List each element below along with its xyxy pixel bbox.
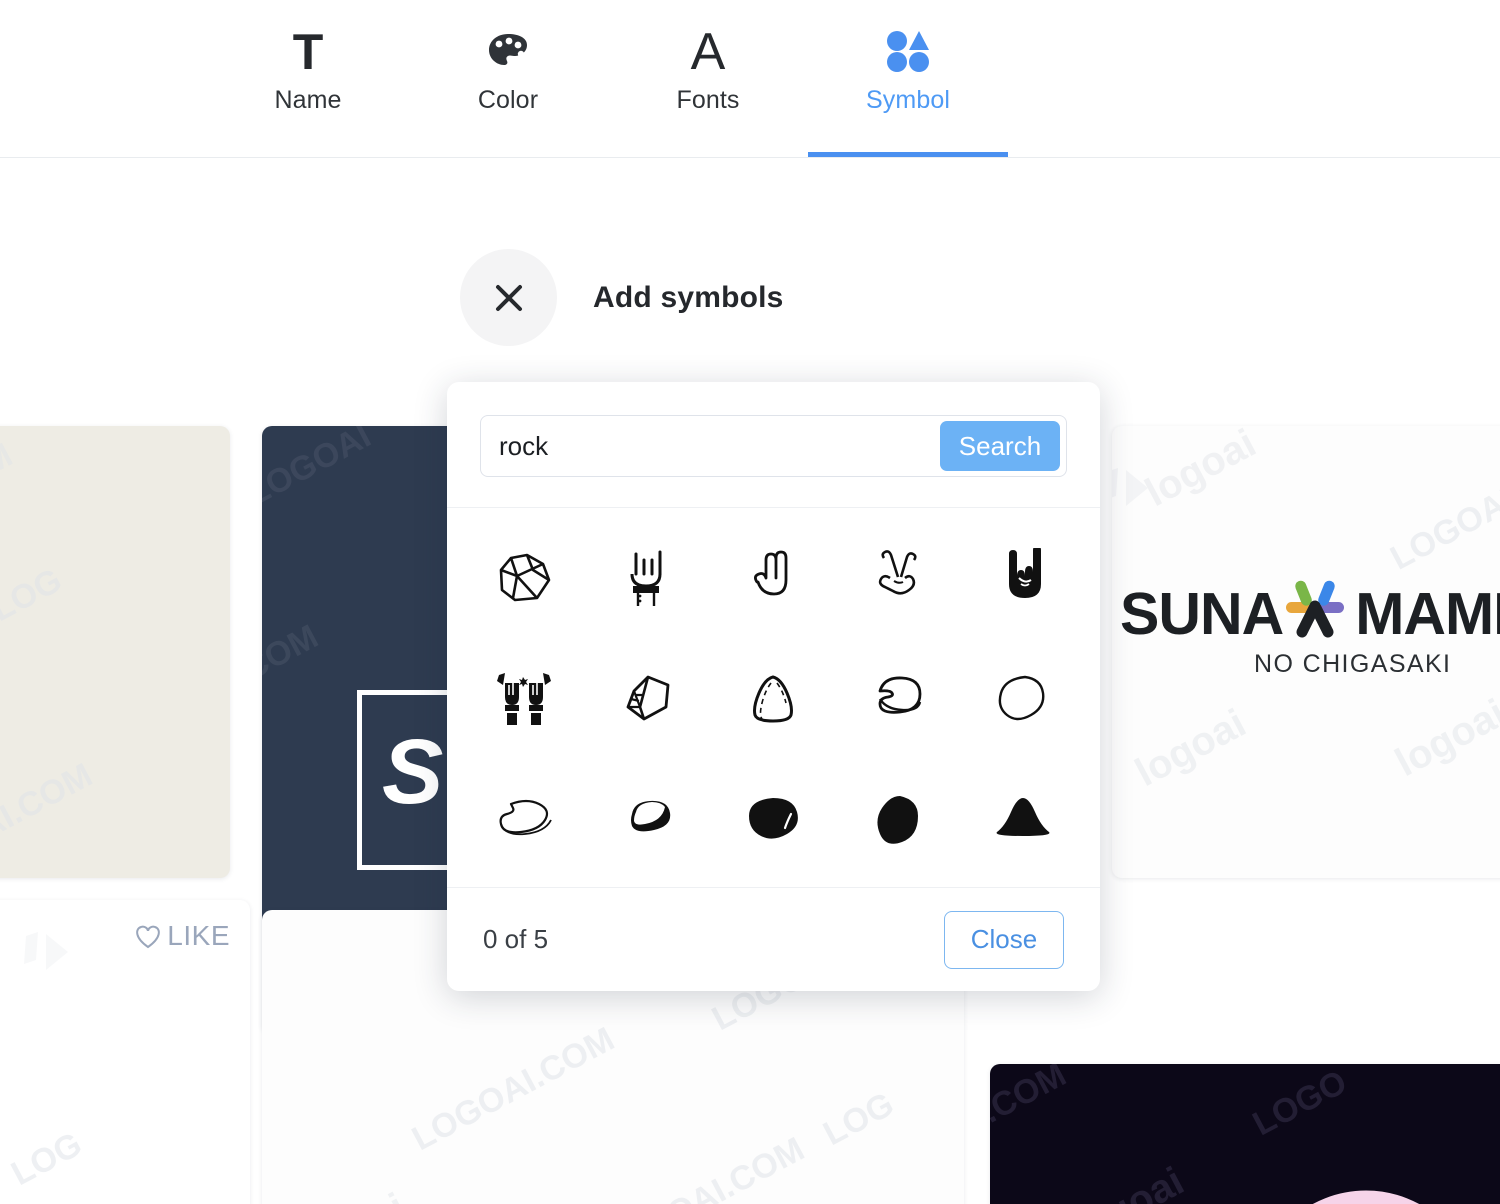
symbol-cell-devil-horns-hand[interactable] xyxy=(836,518,961,639)
symbol-search-input[interactable] xyxy=(481,430,940,462)
logo-card-suna-mamin[interactable]: SUNAMAMIN NO CHIGASAKI logoai LOGOAI.CO … xyxy=(1112,426,1500,878)
symbol-cell-pebble-outline[interactable] xyxy=(961,639,1086,760)
tab-list: T Name Color A Fonts Symbol xyxy=(208,0,1008,157)
symbol-results-grid xyxy=(447,508,1100,887)
shapes-icon xyxy=(885,26,931,78)
font-icon: A xyxy=(690,23,726,81)
symbol-cell-rock-hand-solid[interactable] xyxy=(961,518,1086,639)
double-rock-hands-icon xyxy=(496,672,551,725)
rock-on-hand-outline-icon xyxy=(753,550,787,595)
logo-card-empire[interactable]: IRE LOGOAI.COM LOG logoai LOGOAI.COM xyxy=(0,426,230,878)
faceted-stone-icon xyxy=(626,675,669,720)
symbol-cell-split-stone[interactable] xyxy=(836,639,961,760)
tab-name-label: Name xyxy=(274,86,342,114)
symbol-cell-boulder-outline[interactable] xyxy=(711,639,836,760)
solid-round-rock-icon xyxy=(876,795,918,844)
symbol-cell-rock-hand-wrist[interactable] xyxy=(586,518,711,639)
tab-symbol-label: Symbol xyxy=(866,86,950,114)
rock-hand-wrist-icon xyxy=(630,550,661,606)
symbol-cell-double-rock-hands[interactable] xyxy=(461,639,586,760)
symbol-cell-solid-mound-rock[interactable] xyxy=(961,760,1086,881)
no-monogram-icon xyxy=(1312,1190,1420,1204)
devil-horns-hand-icon xyxy=(878,549,917,595)
pinwheel-icon xyxy=(1286,580,1344,638)
tab-symbol[interactable]: Symbol xyxy=(808,0,1008,157)
solid-mound-rock-icon xyxy=(996,797,1049,836)
symbol-cell-cracked-rock-outline[interactable] xyxy=(461,518,586,639)
text-icon: T xyxy=(292,24,324,80)
logo-card-emire[interactable]: LIKE MIRE AKI I.COM LOG GOAI.COM xyxy=(0,900,250,1204)
selection-count: 0 of 5 xyxy=(483,924,549,954)
app-root: IRE LOGOAI.COM LOG logoai LOGOAI.COM SU … xyxy=(0,0,1500,1204)
logo-card-suna-subtitle: NO CHIGASAKI xyxy=(1254,650,1452,678)
symbol-search-row: Search xyxy=(447,382,1100,508)
split-stone-icon xyxy=(878,676,921,714)
solid-oval-rock-icon xyxy=(748,797,798,839)
symbol-cell-half-filled-stone[interactable] xyxy=(586,760,711,881)
suna-word: SUNA xyxy=(1120,581,1284,647)
half-filled-stone-icon xyxy=(630,800,670,831)
tab-fonts[interactable]: A Fonts xyxy=(608,0,808,157)
symbol-search-button[interactable]: Search xyxy=(940,421,1060,471)
tab-color[interactable]: Color xyxy=(408,0,608,157)
cracked-rock-outline-icon xyxy=(499,553,550,601)
logoai-mark-icon xyxy=(1112,468,1148,506)
logoai-mark-icon xyxy=(24,932,68,970)
symbol-searchbox[interactable]: Search xyxy=(480,415,1067,477)
symbol-cell-solid-oval-rock[interactable] xyxy=(711,760,836,881)
pebble-outline-icon xyxy=(998,675,1044,720)
editor-tabbar: T Name Color A Fonts Symbol xyxy=(0,0,1500,158)
mamin-word: MAMIN xyxy=(1355,581,1500,647)
heart-icon xyxy=(136,925,161,949)
boulder-outline-icon xyxy=(752,675,793,722)
modal-close-button[interactable]: Close xyxy=(944,910,1064,969)
flat-stone-outline-icon xyxy=(499,799,552,835)
tab-color-label: Color xyxy=(477,86,539,114)
add-symbols-title: Add symbols xyxy=(593,280,784,314)
close-panel-button[interactable] xyxy=(460,249,557,346)
symbol-cell-rock-on-hand-outline[interactable] xyxy=(711,518,836,639)
symbol-cell-solid-round-rock[interactable] xyxy=(836,760,961,881)
watermark: .COM LOGO logoai LOGOAI.CO OM xyxy=(990,1064,1500,1204)
watermark: LOGOAI.COM LOG logoai LOGOAI.COM xyxy=(0,435,99,878)
symbol-cell-flat-stone-outline[interactable] xyxy=(461,760,586,881)
like-button[interactable]: LIKE xyxy=(133,920,230,952)
like-label: LIKE xyxy=(167,920,230,951)
symbol-picker-modal: Search xyxy=(447,382,1100,991)
rock-hand-solid-icon xyxy=(1008,547,1041,598)
tab-name[interactable]: T Name xyxy=(208,0,408,157)
palette-icon xyxy=(485,26,531,78)
add-symbols-header: Add symbols xyxy=(460,249,784,346)
symbol-modal-footer: 0 of 5 Close xyxy=(447,887,1100,991)
tab-fonts-label: Fonts xyxy=(676,86,740,114)
logo-card-no[interactable]: .COM LOGO logoai LOGOAI.CO OM xyxy=(990,1064,1500,1204)
close-icon xyxy=(495,284,522,311)
symbol-cell-faceted-stone[interactable] xyxy=(586,639,711,760)
